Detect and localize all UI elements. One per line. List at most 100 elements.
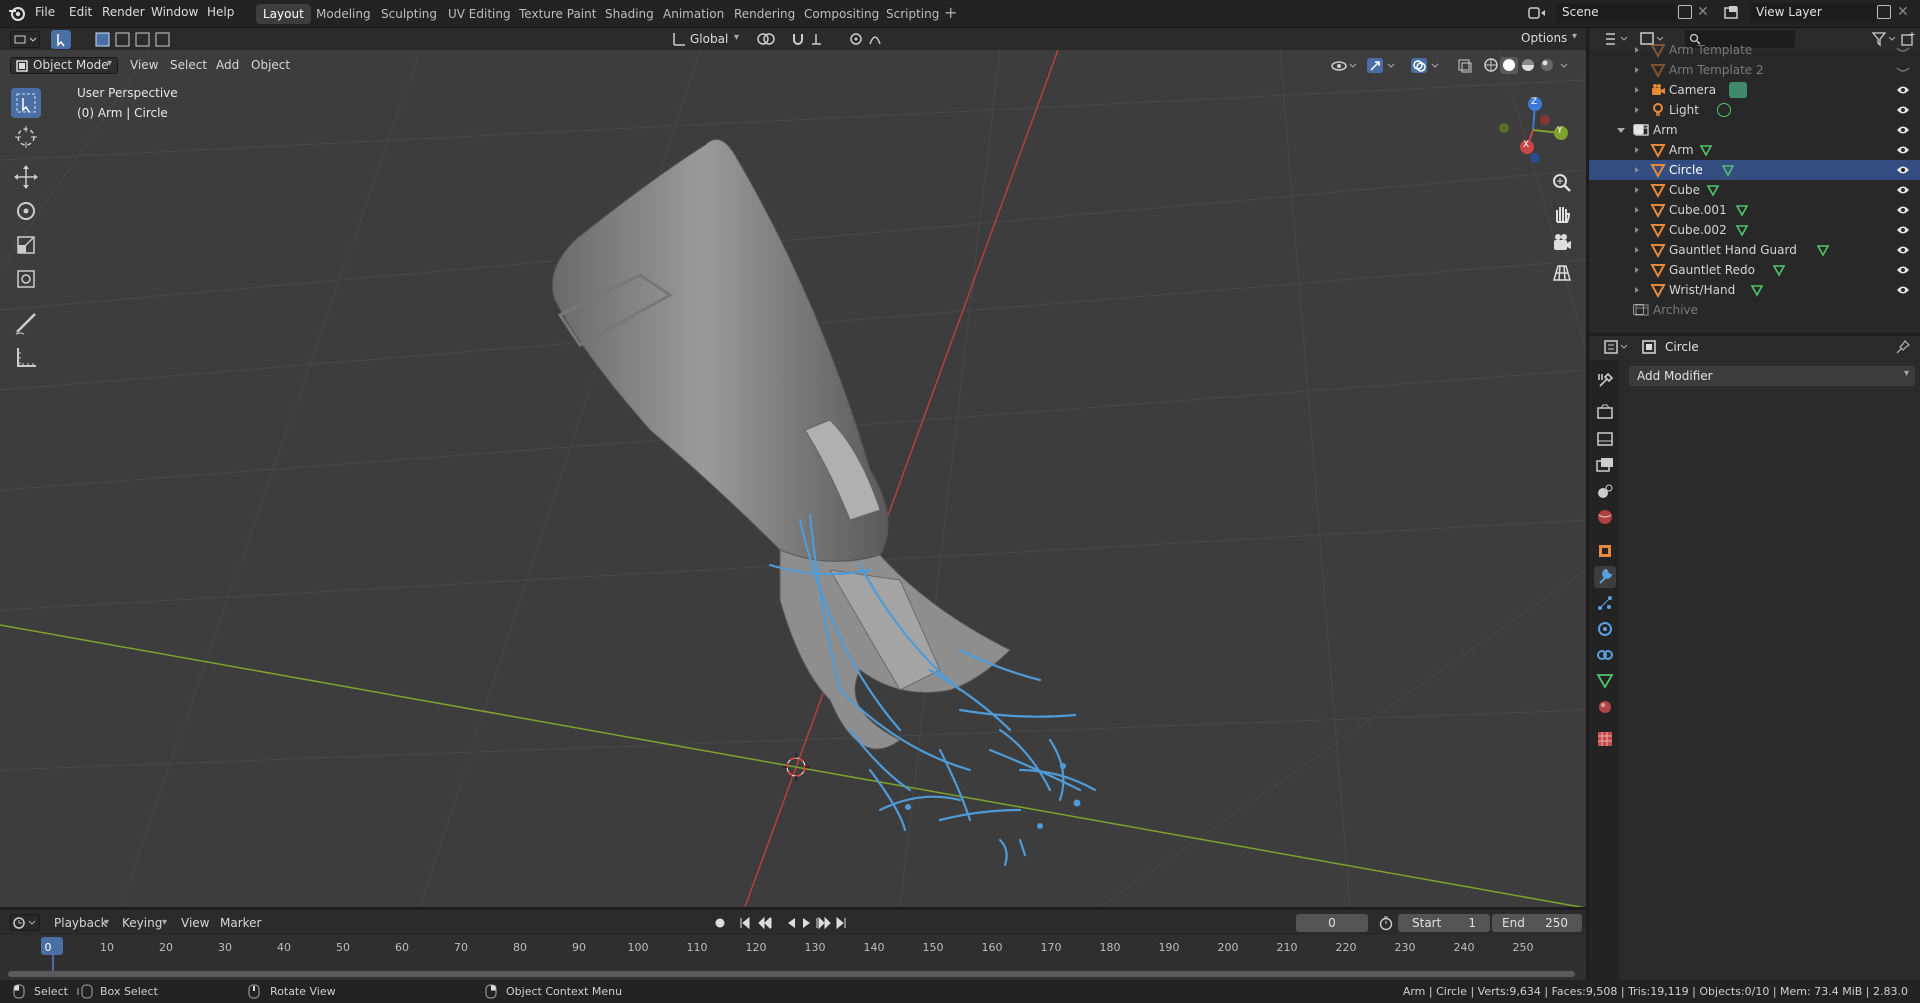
view-layer-props-icon[interactable]: [1594, 454, 1616, 476]
outliner-item[interactable]: Arm: [1589, 140, 1920, 160]
pivot-point-icon[interactable]: [755, 31, 785, 47]
snap-icon[interactable]: [790, 31, 840, 47]
outliner-item[interactable]: Wrist/Hand: [1589, 280, 1920, 300]
tab-layout[interactable]: Layout: [256, 4, 311, 24]
output-icon[interactable]: [1594, 428, 1616, 450]
expand-arrow-icon[interactable]: [1635, 287, 1639, 293]
object-props-icon[interactable]: [1594, 540, 1616, 562]
mode-selector[interactable]: Object Mode ▾: [10, 57, 118, 74]
constraints-icon[interactable]: [1594, 644, 1616, 666]
overlays-toggle-icon[interactable]: [1410, 57, 1442, 74]
tool-settings-icon[interactable]: [1594, 370, 1616, 392]
annotate-tool[interactable]: [11, 308, 41, 338]
remove-scene-icon[interactable]: ✕: [1697, 4, 1709, 20]
mesh-data-icon[interactable]: [1735, 223, 1749, 237]
timeline-editor-type-icon[interactable]: [10, 914, 40, 931]
visibility-eye-icon[interactable]: [1896, 104, 1910, 114]
expand-arrow-icon[interactable]: [1635, 47, 1639, 53]
scale-tool[interactable]: [11, 230, 41, 260]
outliner-item[interactable]: Cube.002: [1589, 220, 1920, 240]
timeline-menu-marker[interactable]: Marker: [214, 915, 267, 932]
outliner-item[interactable]: Archive: [1589, 300, 1920, 320]
light-data-icon[interactable]: [1717, 103, 1731, 117]
transform-orientation-value[interactable]: Global: [690, 32, 728, 46]
transform-orientation-icon[interactable]: [672, 31, 686, 47]
visibility-filter-icon[interactable]: [1330, 57, 1358, 74]
visibility-eye-icon[interactable]: [1896, 64, 1910, 74]
expand-arrow-icon[interactable]: [1635, 187, 1639, 193]
outliner-item[interactable]: Light: [1589, 100, 1920, 120]
texture-icon[interactable]: [1594, 728, 1616, 750]
outliner-item[interactable]: Circle: [1589, 160, 1920, 180]
visibility-eye-icon[interactable]: [1896, 44, 1910, 54]
proportional-editing-icon[interactable]: [848, 31, 896, 47]
menu-edit[interactable]: Edit: [69, 5, 92, 19]
menu-window[interactable]: Window: [151, 5, 198, 19]
properties-editor-type-icon[interactable]: [1603, 339, 1633, 355]
timeline-menu-view[interactable]: View: [175, 915, 215, 932]
visibility-eye-icon[interactable]: [1896, 204, 1910, 214]
viewport-menu-add[interactable]: Add: [210, 57, 245, 74]
move-tool[interactable]: [11, 162, 41, 192]
expand-arrow-icon[interactable]: [1635, 247, 1639, 253]
world-icon[interactable]: [1594, 506, 1616, 528]
timeline[interactable]: 0 10 20 30 40 50 60 70 80 90 100 110 120 130 140 150 160…: [0, 935, 1586, 980]
shading-mode-buttons[interactable]: [1482, 57, 1574, 74]
mesh-data-icon[interactable]: [1735, 203, 1749, 217]
tab-uv-editing[interactable]: UV Editing: [441, 4, 518, 24]
viewport-menu-view[interactable]: View: [124, 57, 164, 74]
current-frame-field[interactable]: 0: [1296, 914, 1368, 932]
stopwatch-icon[interactable]: [1378, 915, 1394, 931]
new-scene-icon[interactable]: [1678, 5, 1692, 19]
menu-file[interactable]: File: [35, 5, 55, 19]
timeline-scrollbar[interactable]: [8, 971, 1575, 977]
tab-modeling[interactable]: Modeling: [309, 4, 378, 24]
visibility-eye-icon[interactable]: [1896, 84, 1910, 94]
transform-tool[interactable]: [11, 264, 41, 294]
tab-texture-paint[interactable]: Texture Paint: [512, 4, 603, 24]
mesh-data-icon[interactable]: [1816, 243, 1830, 257]
mesh-data-icon[interactable]: [1721, 163, 1735, 177]
physics-icon[interactable]: [1594, 618, 1616, 640]
select-tweak-icon[interactable]: [51, 30, 71, 49]
frame-ruler[interactable]: 0 10 20 30 40 50 60 70 80 90 100 110 120 130 140 150 160…: [0, 935, 1586, 957]
add-modifier-dropdown[interactable]: Add Modifier ▾: [1629, 366, 1915, 386]
tab-sculpting[interactable]: Sculpting: [374, 4, 444, 24]
visibility-eye-icon[interactable]: [1896, 144, 1910, 154]
tab-rendering[interactable]: Rendering: [727, 4, 802, 24]
xray-toggle-icon[interactable]: [1457, 57, 1473, 74]
playback-controls[interactable]: [712, 915, 852, 931]
modifiers-icon[interactable]: [1594, 566, 1616, 588]
menu-help[interactable]: Help: [207, 5, 234, 19]
menu-render[interactable]: Render: [102, 5, 145, 19]
expand-arrow-icon[interactable]: [1635, 167, 1639, 173]
tab-animation[interactable]: Animation: [656, 4, 731, 24]
tab-shading[interactable]: Shading: [598, 4, 661, 24]
visibility-eye-icon[interactable]: [1896, 124, 1910, 134]
outliner-item[interactable]: Arm Template 2: [1589, 60, 1920, 80]
scene-field[interactable]: Scene: [1556, 3, 1676, 23]
chevron-down-icon[interactable]: ▾: [734, 32, 739, 43]
navigation-gizmo[interactable]: Z Y X: [1493, 90, 1573, 170]
visibility-eye-icon[interactable]: [1896, 264, 1910, 274]
outliner-item[interactable]: Cube: [1589, 180, 1920, 200]
expand-arrow-icon[interactable]: [1635, 267, 1639, 273]
visibility-eye-icon[interactable]: [1896, 184, 1910, 194]
outliner-item[interactable]: Cube.001: [1589, 200, 1920, 220]
mesh-data-icon[interactable]: [1706, 183, 1720, 197]
pan-hand-icon[interactable]: [1549, 200, 1575, 226]
mesh-data-icon[interactable]: [1699, 143, 1713, 157]
scene-props-icon[interactable]: [1594, 480, 1616, 502]
viewport-menu-select[interactable]: Select: [164, 57, 213, 74]
camera-view-icon[interactable]: [1549, 230, 1575, 256]
expand-arrow-icon[interactable]: [1635, 67, 1639, 73]
timeline-menu-keying[interactable]: Keying: [116, 915, 168, 932]
3d-viewport[interactable]: User Perspective (0) Arm | Circle Z Y X: [0, 50, 1586, 907]
tab-scripting[interactable]: Scripting: [879, 4, 946, 24]
editor-type-icon[interactable]: [10, 31, 40, 48]
pin-icon[interactable]: [1895, 339, 1911, 355]
measure-tool[interactable]: [11, 342, 41, 372]
viewport-menu-object[interactable]: Object: [245, 57, 296, 74]
outliner-item[interactable]: Arm Template: [1589, 40, 1920, 60]
end-frame-field[interactable]: End 250: [1492, 914, 1582, 932]
